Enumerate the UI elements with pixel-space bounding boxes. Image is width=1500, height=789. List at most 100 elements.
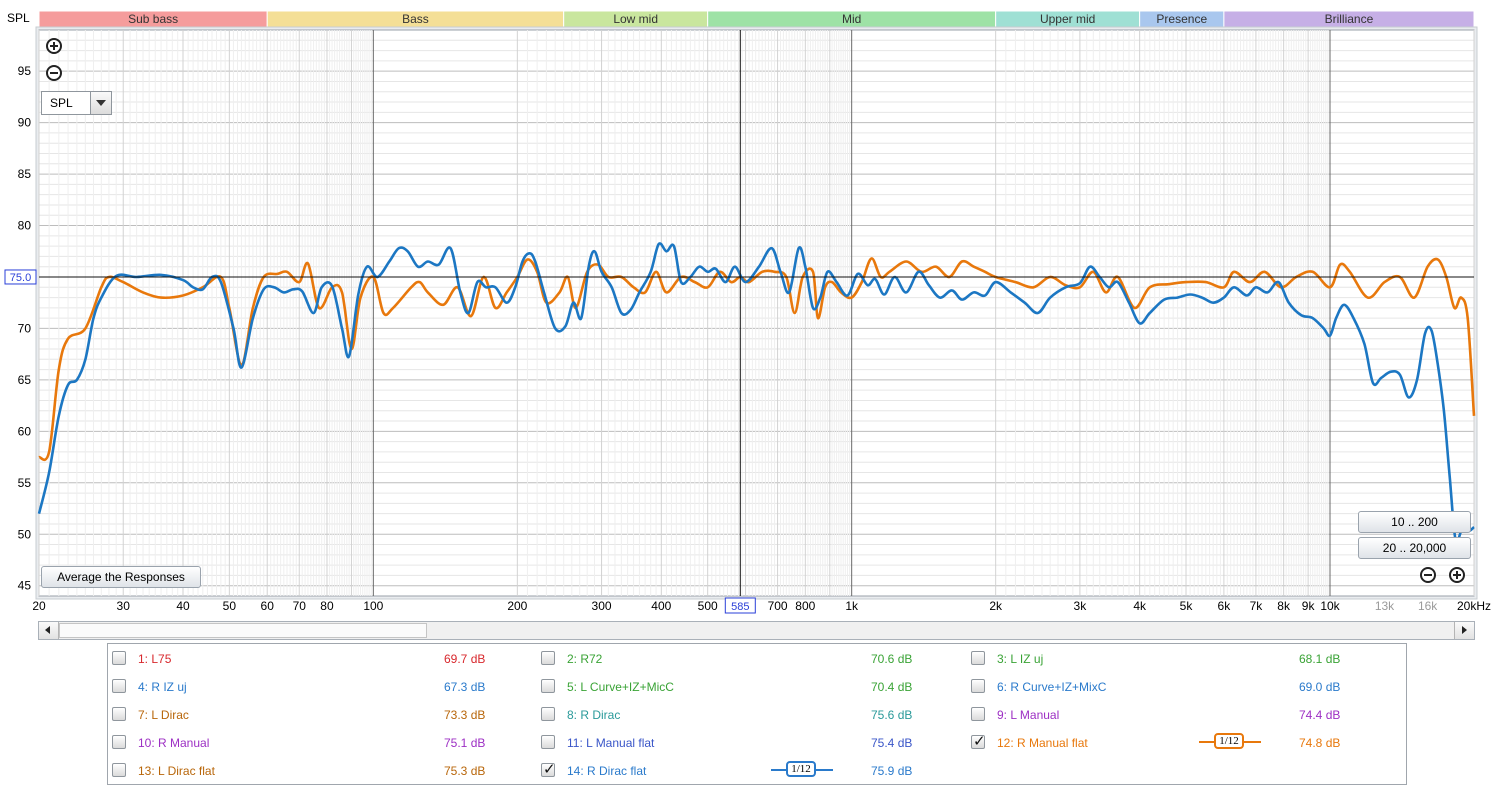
- smoothing-indicator[interactable]: 1/12: [1199, 732, 1261, 752]
- band-label-1: Bass: [402, 12, 429, 26]
- legend-value: 73.3 dB: [444, 708, 486, 722]
- legend-label: 2: R72: [567, 652, 603, 666]
- spl-dropdown[interactable]: SPL: [41, 91, 112, 115]
- legend-label: 7: L Dirac: [138, 708, 189, 722]
- x-tick-label: 6k: [1218, 599, 1232, 613]
- x-tick-label: 60: [261, 599, 275, 613]
- legend-checkbox[interactable]: [541, 735, 555, 749]
- x-tick-label: 30: [117, 599, 131, 613]
- frequency-response-chart[interactable]: SPL Sub bass Bass Low mid Mid Upper mid Prese…: [0, 0, 1500, 620]
- legend-value: 68.1 dB: [1299, 652, 1341, 666]
- legend-checkbox[interactable]: [541, 651, 555, 665]
- y-tick-label: 65: [18, 373, 32, 387]
- legend-checkbox[interactable]: [112, 679, 126, 693]
- legend-checkbox[interactable]: [971, 732, 986, 750]
- y-tick-label: 45: [18, 579, 32, 593]
- legend-item[interactable]: 9: L Manual 74.4 dB: [971, 706, 1391, 724]
- legend-checkbox[interactable]: [971, 707, 985, 721]
- band-label-5: Presence: [1156, 12, 1207, 26]
- legend-label: 12: R Manual flat: [997, 736, 1088, 750]
- legend-item[interactable]: 1: L75 69.7 dB: [112, 650, 532, 668]
- x-tick-label: 400: [651, 599, 671, 613]
- legend-value: 69.7 dB: [444, 652, 486, 666]
- legend-value: 74.8 dB: [1299, 736, 1341, 750]
- spl-dropdown-value: SPL: [50, 96, 73, 110]
- legend-label: 9: L Manual: [997, 708, 1060, 722]
- cursor-x-readout: 585: [731, 601, 749, 613]
- zoom-out-icon[interactable]: [46, 65, 62, 81]
- legend-label: 1: L75: [138, 652, 172, 666]
- band-label-2: Low mid: [613, 12, 658, 26]
- x-tick-label: 50: [223, 599, 237, 613]
- legend-item[interactable]: 13: L Dirac flat 75.3 dB: [112, 762, 532, 780]
- smoothing-indicator[interactable]: 1/12: [771, 760, 833, 780]
- legend-checkbox[interactable]: [112, 651, 126, 665]
- x-tick-label: 13k: [1375, 599, 1395, 613]
- y-axis-title: SPL: [7, 11, 30, 25]
- y-tick-label: 85: [18, 167, 32, 181]
- chevron-down-icon[interactable]: [90, 92, 111, 114]
- scroll-right-icon[interactable]: [1454, 622, 1474, 639]
- measurement-legend: 1: L75 69.7 dB 2: R72 70.6 dB 3: L IZ uj 68.1…: [107, 643, 1407, 785]
- legend-value: 75.3 dB: [444, 764, 486, 778]
- x-tick-label: 80: [320, 599, 334, 613]
- legend-item[interactable]: 11: L Manual flat 75.4 dB: [541, 734, 961, 752]
- legend-value: 75.6 dB: [871, 708, 913, 722]
- legend-checkbox[interactable]: [541, 679, 555, 693]
- legend-checkbox[interactable]: [112, 763, 126, 777]
- legend-value: 67.3 dB: [444, 680, 486, 694]
- y-tick-label: 90: [18, 116, 32, 130]
- legend-checkbox[interactable]: [971, 651, 985, 665]
- band-label-4: Upper mid: [1040, 12, 1095, 26]
- scrollbar-thumb[interactable]: [59, 623, 427, 638]
- range-10-200-button[interactable]: 10 .. 200: [1358, 511, 1471, 533]
- y-tick-label: 95: [18, 64, 32, 78]
- cursor-y-readout: 75.0: [10, 272, 31, 284]
- legend-item[interactable]: 5: L Curve+IZ+MicC 70.4 dB: [541, 678, 961, 696]
- zoom-in-x-icon[interactable]: [1449, 567, 1465, 583]
- x-tick-label: 500: [698, 599, 718, 613]
- x-tick-label: 200: [507, 599, 527, 613]
- y-tick-label: 60: [18, 424, 32, 438]
- range-20-20000-button[interactable]: 20 .. 20,000: [1358, 537, 1471, 559]
- legend-value: 70.6 dB: [871, 652, 913, 666]
- legend-label: 10: R Manual: [138, 736, 210, 750]
- legend-value: 74.4 dB: [1299, 708, 1341, 722]
- x-tick-label: 10k: [1320, 599, 1340, 613]
- average-responses-button[interactable]: Average the Responses: [41, 566, 201, 588]
- legend-value: 69.0 dB: [1299, 680, 1341, 694]
- legend-checkbox[interactable]: [541, 760, 556, 778]
- y-tick-label: 80: [18, 219, 32, 233]
- legend-checkbox[interactable]: [112, 735, 126, 749]
- zoom-out-x-icon[interactable]: [1420, 567, 1436, 583]
- scroll-left-icon[interactable]: [39, 622, 59, 639]
- x-tick-label: 16k: [1418, 599, 1438, 613]
- legend-item[interactable]: 2: R72 70.6 dB: [541, 650, 961, 668]
- x-tick-label: 70: [293, 599, 307, 613]
- horizontal-scrollbar[interactable]: [38, 621, 1475, 640]
- x-tick-label: 2k: [989, 599, 1003, 613]
- legend-label: 14: R Dirac flat: [567, 764, 647, 778]
- legend-item[interactable]: 8: R Dirac 75.6 dB: [541, 706, 961, 724]
- legend-value: 75.4 dB: [871, 736, 913, 750]
- legend-label: 6: R Curve+IZ+MixC: [997, 680, 1107, 694]
- legend-item[interactable]: 6: R Curve+IZ+MixC 69.0 dB: [971, 678, 1391, 696]
- legend-checkbox[interactable]: [112, 707, 126, 721]
- legend-item[interactable]: 3: L IZ uj 68.1 dB: [971, 650, 1391, 668]
- legend-item[interactable]: 7: L Dirac 73.3 dB: [112, 706, 532, 724]
- x-tick-label: 7k: [1250, 599, 1264, 613]
- legend-checkbox[interactable]: [971, 679, 985, 693]
- smoothing-label: 1/12: [786, 761, 816, 777]
- x-tick-label: 8k: [1277, 599, 1291, 613]
- legend-item[interactable]: 10: R Manual 75.1 dB: [112, 734, 532, 752]
- legend-value: 75.1 dB: [444, 736, 486, 750]
- frequency-bands: Sub bass Bass Low mid Mid Upper mid Presence B…: [38, 10, 1475, 28]
- x-tick-label: 700: [768, 599, 788, 613]
- zoom-in-icon[interactable]: [46, 38, 62, 54]
- legend-item[interactable]: 12: R Manual flat 74.8 dB 1/12: [971, 732, 1391, 752]
- band-label-0: Sub bass: [128, 12, 178, 26]
- legend-checkbox[interactable]: [541, 707, 555, 721]
- legend-item[interactable]: 14: R Dirac flat 75.9 dB 1/12: [541, 760, 961, 780]
- x-tick-label: 20kHz: [1457, 599, 1491, 613]
- legend-item[interactable]: 4: R IZ uj 67.3 dB: [112, 678, 532, 696]
